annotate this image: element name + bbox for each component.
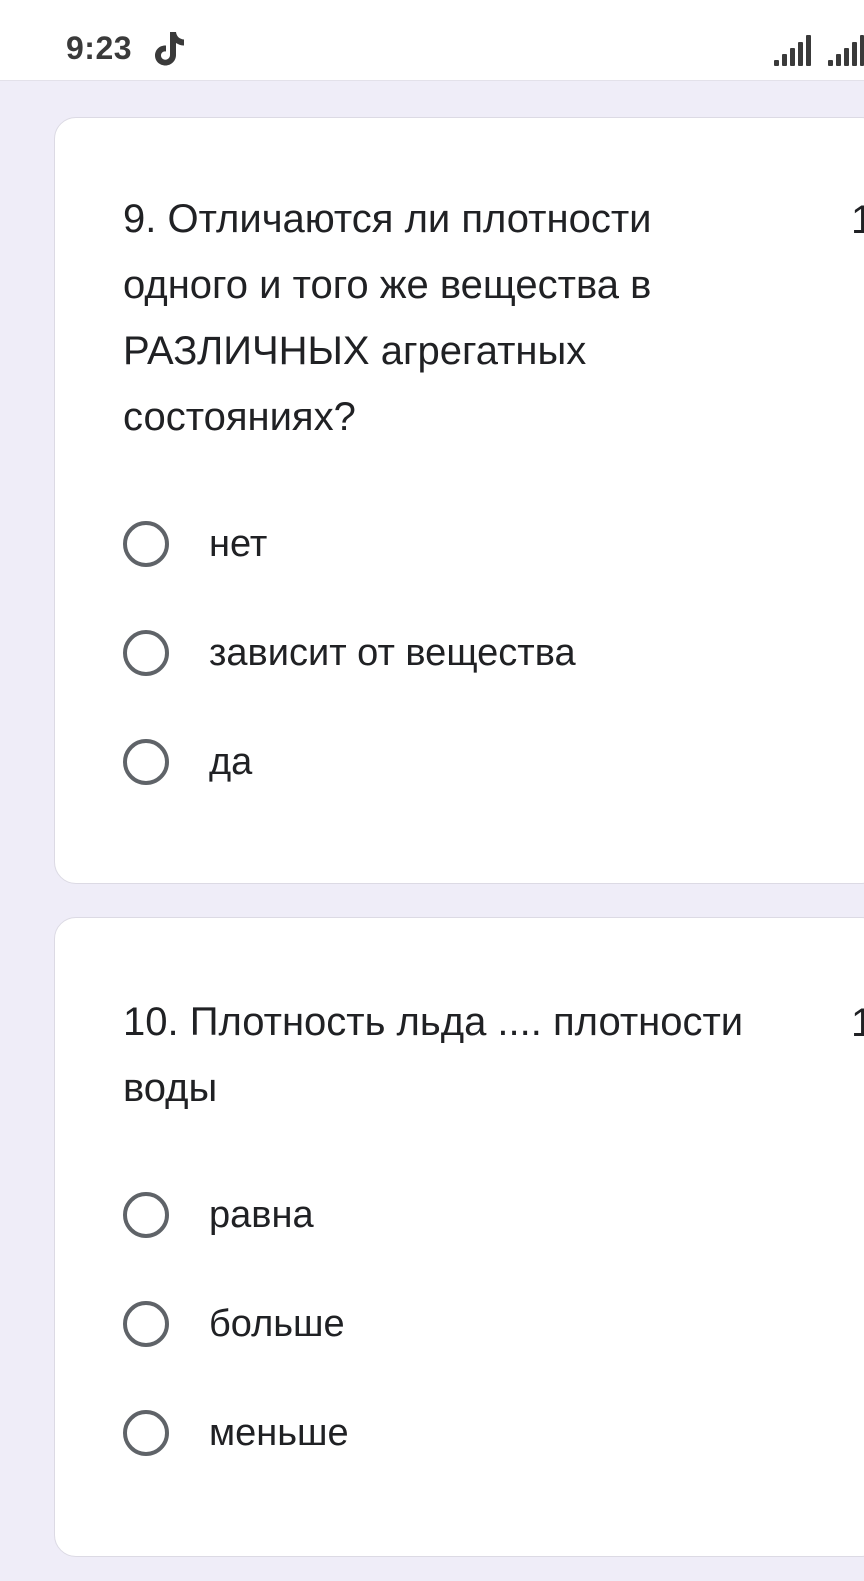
- option-da[interactable]: да: [123, 732, 252, 792]
- question-title: 9. Отличаются ли плотности одного и того…: [123, 197, 652, 439]
- option-bolshe[interactable]: больше: [123, 1294, 345, 1354]
- option-label: нет: [209, 522, 268, 565]
- option-label: больше: [209, 1302, 345, 1345]
- radio-button[interactable]: [123, 1301, 169, 1347]
- signal-icon: [774, 35, 811, 66]
- option-ravna[interactable]: равна: [123, 1185, 314, 1245]
- radio-button[interactable]: [123, 1410, 169, 1456]
- radio-button[interactable]: [123, 521, 169, 567]
- option-net[interactable]: нет: [123, 514, 267, 574]
- question-title: 10. Плотность льда .... плотности воды: [123, 1000, 744, 1110]
- question-card-9: 9. Отличаются ли плотности одного и того…: [54, 117, 864, 884]
- option-label: да: [209, 740, 253, 783]
- option-label: равна: [209, 1193, 314, 1236]
- option-label: меньше: [209, 1411, 349, 1454]
- radio-button[interactable]: [123, 1192, 169, 1238]
- radio-button[interactable]: [123, 630, 169, 676]
- option-label: зависит от вещества: [209, 631, 576, 674]
- question-points: 1: [851, 198, 864, 242]
- option-zavisit-ot-veshchestva[interactable]: зависит от вещества: [123, 623, 576, 683]
- question-points: 1: [851, 1001, 864, 1045]
- option-menshe[interactable]: меньше: [123, 1403, 349, 1463]
- status-time: 9:23: [66, 30, 133, 66]
- question-card-10: 10. Плотность льда .... плотности воды 1…: [54, 917, 864, 1557]
- status-bar: 9:23: [0, 0, 864, 81]
- signal-icon: [828, 35, 864, 66]
- tiktok-icon: [155, 32, 184, 66]
- radio-button[interactable]: [123, 739, 169, 785]
